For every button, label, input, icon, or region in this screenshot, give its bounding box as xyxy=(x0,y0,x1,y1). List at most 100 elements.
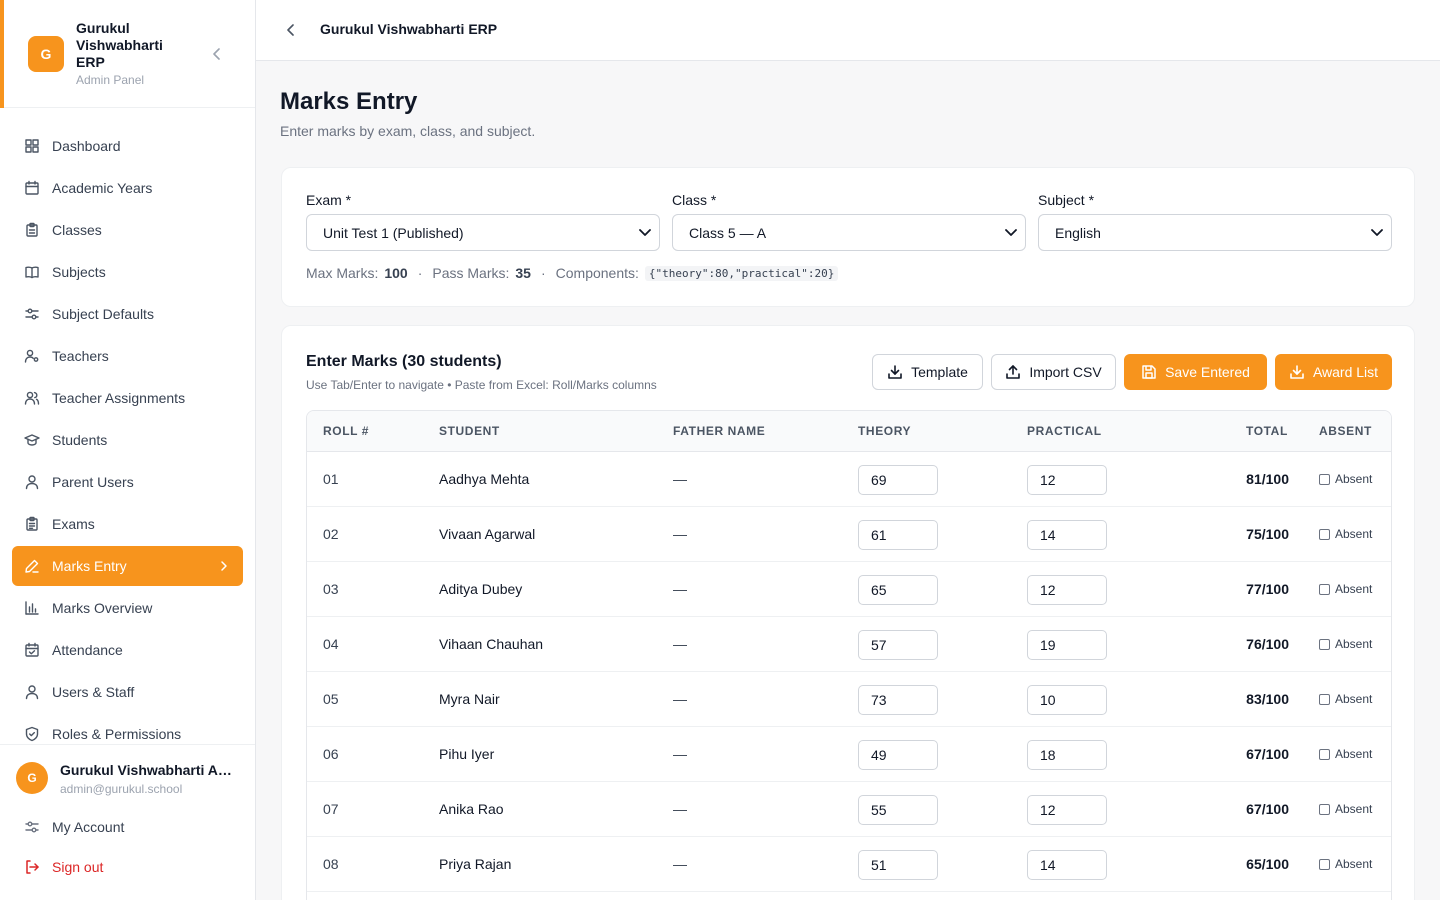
user-cog-icon xyxy=(24,348,40,364)
column-header-roll[interactable]: ROLL # xyxy=(323,424,369,438)
sidebar-item-parent-users[interactable]: Parent Users xyxy=(12,462,243,502)
checkbox-box[interactable] xyxy=(1319,583,1330,595)
column-header-absent[interactable]: ABSENT xyxy=(1319,424,1372,438)
checkbox-box[interactable] xyxy=(1319,858,1330,870)
theory-marks-input[interactable]: 55 xyxy=(858,795,938,825)
sidebar-item-label: Attendance xyxy=(52,642,123,658)
import-csv-button[interactable]: Import CSV xyxy=(991,354,1116,390)
sidebar-item-marks-entry[interactable]: Marks Entry xyxy=(12,546,243,586)
theory-marks-input[interactable]: 73 xyxy=(858,685,938,715)
practical-marks-input[interactable]: 14 xyxy=(1027,850,1107,880)
sidebar-item-students[interactable]: Students xyxy=(12,420,243,460)
table-row: 06 Pihu Iyer — 49 18 67/100 Absent xyxy=(307,727,1391,782)
column-header-practical[interactable]: PRACTICAL xyxy=(1027,424,1102,438)
column-header-father-name[interactable]: FATHER NAME xyxy=(673,424,765,438)
collapse-sidebar-button[interactable] xyxy=(208,45,226,63)
roll-cell: 04 xyxy=(323,636,339,652)
exam-label: Exam * xyxy=(306,192,352,208)
theory-marks-input[interactable]: 69 xyxy=(858,465,938,495)
table-row: 03 Aditya Dubey — 65 12 77/100 Absent xyxy=(307,562,1391,617)
column-header-theory[interactable]: THEORY xyxy=(858,424,911,438)
sliders-icon xyxy=(24,819,40,835)
award-list-button[interactable]: Award List xyxy=(1275,354,1392,390)
checkbox-box[interactable] xyxy=(1319,528,1330,540)
absent-checkbox[interactable]: Absent xyxy=(1319,692,1372,706)
topbar-title: Gurukul Vishwabharti ERP xyxy=(320,21,498,37)
sidebar-item-label: Teachers xyxy=(52,348,109,364)
absent-checkbox[interactable]: Absent xyxy=(1319,857,1372,871)
absent-checkbox[interactable]: Absent xyxy=(1319,747,1372,761)
practical-marks-input[interactable]: 14 xyxy=(1027,520,1107,550)
sidebar-item-attendance[interactable]: Attendance xyxy=(12,630,243,670)
avatar[interactable]: G xyxy=(16,762,48,794)
absent-checkbox[interactable]: Absent xyxy=(1319,472,1372,486)
save-entered-button[interactable]: Save Entered xyxy=(1124,354,1267,390)
components-value: {"theory":80,"practical":20} xyxy=(644,265,839,281)
absent-checkbox[interactable]: Absent xyxy=(1319,527,1372,541)
student-name-cell: Vivaan Agarwal xyxy=(439,526,536,542)
checkbox-box[interactable] xyxy=(1319,638,1330,650)
practical-marks-input[interactable]: 18 xyxy=(1027,740,1107,770)
practical-marks-input[interactable]: 12 xyxy=(1027,575,1107,605)
sidebar-item-subject-defaults[interactable]: Subject Defaults xyxy=(12,294,243,334)
back-button[interactable] xyxy=(282,20,300,40)
column-header-student[interactable]: STUDENT xyxy=(439,424,500,438)
absent-checkbox[interactable]: Absent xyxy=(1319,802,1372,816)
sign-out-link[interactable]: Sign out xyxy=(24,857,103,877)
sidebar-item-exams[interactable]: Exams xyxy=(12,504,243,544)
absent-checkbox[interactable]: Absent xyxy=(1319,582,1372,596)
roll-cell: 08 xyxy=(323,856,339,872)
sidebar-item-users-and-staff[interactable]: Users & Staff xyxy=(12,672,243,712)
sidebar-item-dashboard[interactable]: Dashboard xyxy=(12,126,243,166)
bar-chart-icon xyxy=(24,600,40,616)
practical-marks-input[interactable]: 12 xyxy=(1027,795,1107,825)
award-list-button-label: Award List xyxy=(1312,364,1379,380)
theory-marks-input[interactable]: 49 xyxy=(858,740,938,770)
practical-marks-input[interactable]: 19 xyxy=(1027,630,1107,660)
theory-marks-input[interactable]: 65 xyxy=(858,575,938,605)
checkbox-box[interactable] xyxy=(1319,803,1330,815)
sidebar-item-classes[interactable]: Classes xyxy=(12,210,243,250)
sidebar-item-teacher-assignments[interactable]: Teacher Assignments xyxy=(12,378,243,418)
column-header-total[interactable]: TOTAL xyxy=(1246,424,1288,438)
my-account-label: My Account xyxy=(52,819,125,835)
meta-separator: · xyxy=(540,265,546,281)
graduation-cap-icon xyxy=(24,432,40,448)
sidebar-item-label: Students xyxy=(52,432,108,448)
sidebar-item-teachers[interactable]: Teachers xyxy=(12,336,243,376)
table-row: 01 Aadhya Mehta — 69 12 81/100 Absent xyxy=(307,452,1391,507)
class-select[interactable]: Class 5 — A xyxy=(672,214,1026,251)
checkbox-box[interactable] xyxy=(1319,693,1330,705)
student-name-cell: Priya Rajan xyxy=(439,856,512,872)
practical-marks-input[interactable]: 12 xyxy=(1027,465,1107,495)
checkbox-box[interactable] xyxy=(1319,748,1330,760)
theory-marks-input[interactable]: 57 xyxy=(858,630,938,660)
theory-marks-input[interactable]: 51 xyxy=(858,850,938,880)
users-icon xyxy=(24,390,40,406)
brand-logo: G xyxy=(28,36,64,72)
total-cell: 81/100 xyxy=(1246,471,1289,487)
absent-checkbox[interactable]: Absent xyxy=(1319,637,1372,651)
sliders-icon xyxy=(24,306,40,322)
sidebar-item-label: Teacher Assignments xyxy=(52,390,186,406)
my-account-link[interactable]: My Account xyxy=(24,817,124,837)
sidebar-item-subjects[interactable]: Subjects xyxy=(12,252,243,292)
subject-select[interactable]: English xyxy=(1038,214,1392,251)
theory-marks-input[interactable]: 61 xyxy=(858,520,938,550)
total-cell: 67/100 xyxy=(1246,801,1289,817)
sign-out-label: Sign out xyxy=(52,859,104,875)
template-button[interactable]: Template xyxy=(872,354,983,390)
roll-cell: 05 xyxy=(323,691,339,707)
practical-marks-input[interactable]: 10 xyxy=(1027,685,1107,715)
absent-label: Absent xyxy=(1335,472,1373,486)
sidebar-item-marks-overview[interactable]: Marks Overview xyxy=(12,588,243,628)
max-marks-value: 100 xyxy=(384,265,408,281)
pencil-icon xyxy=(24,558,40,574)
pass-marks-label: Pass Marks: xyxy=(432,265,510,281)
sidebar-nav: Dashboard Academic Years Classes Subjects Su… xyxy=(12,126,243,756)
sidebar-item-academic-years[interactable]: Academic Years xyxy=(12,168,243,208)
roll-cell: 07 xyxy=(323,801,339,817)
exam-select[interactable]: Unit Test 1 (Published) xyxy=(306,214,660,251)
meta-separator: · xyxy=(417,265,423,281)
checkbox-box[interactable] xyxy=(1319,473,1330,485)
